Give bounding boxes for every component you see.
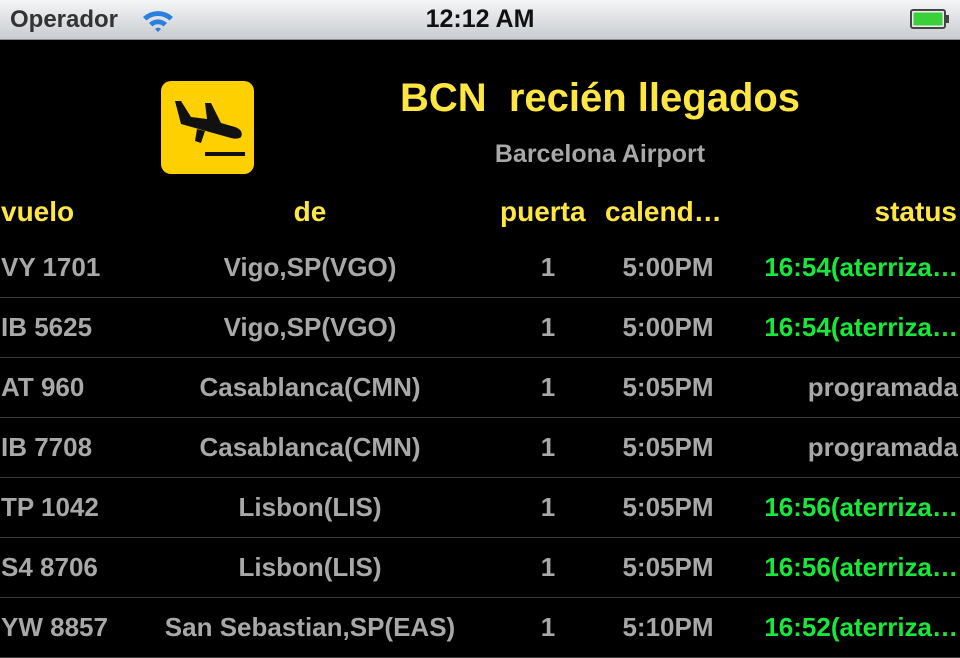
flight-gate: 1 (540, 432, 556, 462)
flight-row[interactable]: YW 8857 San Sebastian,SP(EAS) 1 5:10PM 1… (0, 598, 960, 658)
arrivals-plane-icon (161, 81, 254, 174)
status-bar: Operador 12:12 AM (0, 0, 960, 40)
flight-origin: Vigo,SP(VGO) (223, 252, 397, 282)
flight-scheduled-time: 5:05PM (622, 432, 714, 462)
flight-status: 16:54(aterriza… (764, 252, 958, 282)
flight-status: programada (807, 432, 958, 462)
flight-scheduled-time: 5:10PM (622, 612, 714, 642)
column-header-from: de (293, 196, 327, 227)
flight-row[interactable]: IB 5625 Vigo,SP(VGO) 1 5:00PM 16:54(ater… (0, 298, 960, 358)
flight-row[interactable]: S4 8706 Lisbon(LIS) 1 5:05PM 16:56(aterr… (0, 538, 960, 598)
flight-row[interactable]: IB 7708 Casablanca(CMN) 1 5:05PM program… (0, 418, 960, 478)
page-title: BCN recién llegados (399, 76, 801, 120)
flight-gate: 1 (540, 252, 556, 282)
flight-scheduled-time: 5:00PM (622, 252, 714, 282)
flight-gate: 1 (540, 372, 556, 402)
flight-status: 16:56(aterriza… (764, 492, 958, 522)
flight-number: AT 960 (1, 372, 85, 402)
column-header-scheduled: calend… (605, 196, 722, 227)
flight-origin: Casablanca(CMN) (199, 432, 421, 462)
flight-gate: 1 (540, 612, 556, 642)
flight-status: 16:52(aterriza… (764, 612, 958, 642)
flight-gate: 1 (540, 312, 556, 342)
flight-number: IB 7708 (1, 432, 93, 462)
flight-number: VY 1701 (1, 252, 101, 282)
flight-status: programada (807, 372, 958, 402)
flight-origin: Vigo,SP(VGO) (223, 312, 397, 342)
clock: 12:12 AM (425, 5, 535, 33)
flight-scheduled-time: 5:05PM (622, 372, 714, 402)
flight-scheduled-time: 5:05PM (622, 552, 714, 582)
flight-number: YW 8857 (1, 612, 108, 642)
column-header-status: status (874, 196, 957, 227)
flight-number: TP 1042 (1, 492, 99, 522)
flight-status: 16:54(aterriza… (764, 312, 958, 342)
flight-origin: San Sebastian,SP(EAS) (164, 612, 456, 642)
flight-origin: Lisbon(LIS) (238, 552, 382, 582)
battery-icon (910, 9, 949, 29)
flight-gate: 1 (540, 492, 556, 522)
flight-status: 16:56(aterriza… (764, 552, 958, 582)
flight-row[interactable]: TP 1042 Lisbon(LIS) 1 5:05PM 16:56(aterr… (0, 478, 960, 538)
flight-number: IB 5625 (1, 312, 93, 342)
flight-scheduled-time: 5:05PM (622, 492, 714, 522)
column-header-gate: puerta (500, 196, 586, 227)
flight-origin: Casablanca(CMN) (199, 372, 421, 402)
flight-row[interactable]: VY 1701 Vigo,SP(VGO) 1 5:00PM 16:54(ater… (0, 238, 960, 298)
flight-scheduled-time: 5:00PM (622, 312, 714, 342)
flight-row[interactable]: AT 960 Casablanca(CMN) 1 5:05PM programa… (0, 358, 960, 418)
flight-origin: Lisbon(LIS) (238, 492, 382, 522)
column-header-flight: vuelo (1, 196, 75, 227)
flights-list[interactable]: VY 1701 Vigo,SP(VGO) 1 5:00PM 16:54(ater… (0, 238, 960, 658)
flight-number: S4 8706 (1, 552, 98, 582)
airport-name: Barcelona Airport (494, 140, 706, 168)
flight-gate: 1 (540, 552, 556, 582)
